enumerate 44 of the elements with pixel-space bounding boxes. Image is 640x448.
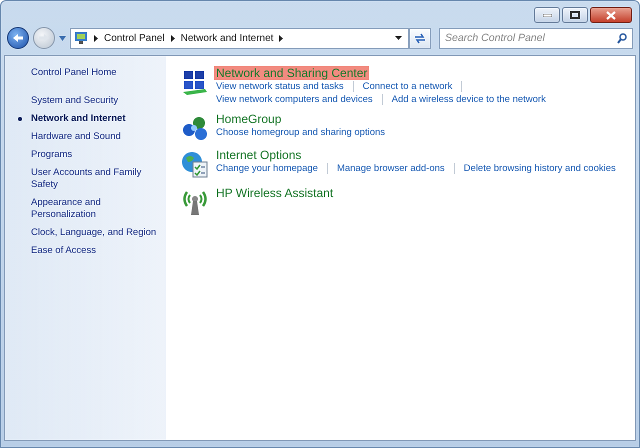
sidebar-item[interactable]: Network and Internet: [5, 112, 166, 126]
close-icon: [606, 10, 616, 20]
breadcrumb[interactable]: Network and Internet: [180, 32, 274, 44]
breadcrumb[interactable]: Control Panel: [104, 32, 165, 44]
network-computers-icon: [181, 68, 209, 96]
sidebar-link[interactable]: Control Panel Home: [5, 66, 166, 80]
task-link[interactable]: Change your homepage: [216, 162, 318, 175]
sidebar-item[interactable]: Appearance and Personalization: [5, 196, 166, 222]
task-link[interactable]: Connect to a network: [362, 80, 452, 93]
control-panel-icon: [74, 31, 88, 45]
globe-checklist-icon: [180, 150, 210, 180]
restore-icon: [570, 11, 580, 19]
chevron-icon[interactable]: [279, 34, 284, 42]
close-button[interactable]: [590, 7, 632, 23]
chevron-icon[interactable]: [170, 34, 175, 42]
refresh-icon: [414, 32, 426, 44]
back-arrow-icon: [12, 33, 24, 43]
history-dropdown-icon[interactable]: [59, 36, 66, 40]
search-field[interactable]: Search Control Panel: [439, 28, 633, 48]
sidebar-item[interactable]: Clock, Language, and Region: [5, 226, 166, 240]
dropdown-arrow-icon[interactable]: [395, 36, 402, 40]
sidebar-item[interactable]: User Accounts and Family Safety: [5, 166, 166, 192]
task-link[interactable]: Choose homegroup and sharing options: [216, 126, 386, 139]
search-icon: [617, 32, 627, 44]
task-link[interactable]: Delete browsing history and cookies: [464, 162, 616, 175]
task-link[interactable]: Add a wireless device to the network: [392, 93, 546, 106]
minimize-button[interactable]: [534, 7, 560, 23]
refresh-button[interactable]: [409, 28, 431, 48]
sidebar-item[interactable]: System and Security: [5, 94, 166, 108]
category-title-link[interactable]: HomeGroup: [214, 112, 284, 126]
maximize-button[interactable]: [562, 7, 588, 23]
task-link[interactable]: Manage browser add-ons: [336, 162, 445, 175]
task-link[interactable]: View network status and tasks: [216, 80, 344, 93]
category-title-link[interactable]: HP Wireless Assistant: [214, 186, 336, 200]
sidebar-item[interactable]: Hardware and Sound: [5, 130, 166, 144]
sidebar-item[interactable]: Programs: [5, 148, 166, 162]
category-title-link[interactable]: Internet Options: [214, 148, 304, 162]
homegroup-icon: [181, 114, 209, 142]
address-bar[interactable]: Control Panel Network and Internet: [70, 28, 409, 48]
task-link[interactable]: View network computers and devices: [216, 93, 373, 106]
minimize-icon: [542, 14, 552, 16]
back-button[interactable]: [7, 27, 29, 49]
chevron-icon[interactable]: [94, 34, 98, 42]
sidebar-item[interactable]: Ease of Access: [5, 244, 166, 258]
